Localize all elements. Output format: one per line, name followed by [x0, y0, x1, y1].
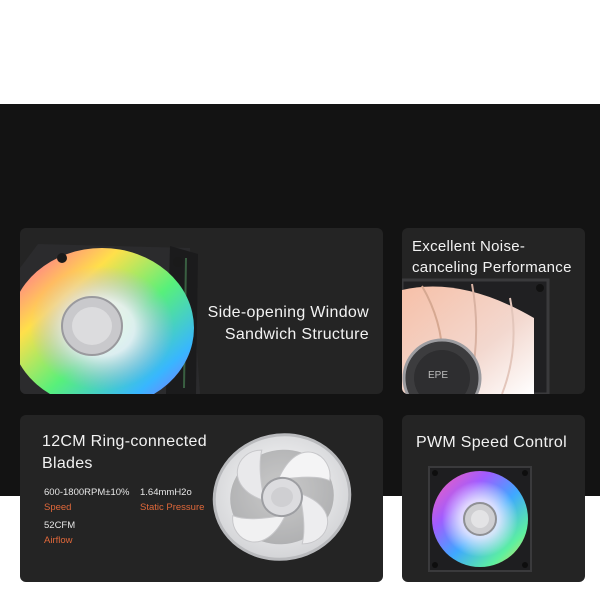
feature-title-noise: Excellent Noise- canceling Performance: [412, 238, 572, 276]
feature-card-side-window: Side-opening Window Sandwich Structure: [20, 228, 383, 394]
feature-card-pwm: PWM Speed Control: [402, 415, 585, 582]
feature-title-side-window: Side-opening Window Sandwich Structure: [207, 304, 369, 343]
feature-banner: Side-opening Window Sandwich Structure E…: [0, 104, 600, 582]
feature-card-blades: 12CM Ring-connected Blades 600-1800RPM±1…: [20, 415, 383, 582]
feature-card-noise: EPE Excellent Noise- canceling Performan…: [402, 228, 585, 394]
fan-blade-ring-image: [212, 433, 352, 561]
rgb-fan-front-image: [428, 466, 532, 572]
hub-logo-text: EPE: [428, 370, 448, 381]
